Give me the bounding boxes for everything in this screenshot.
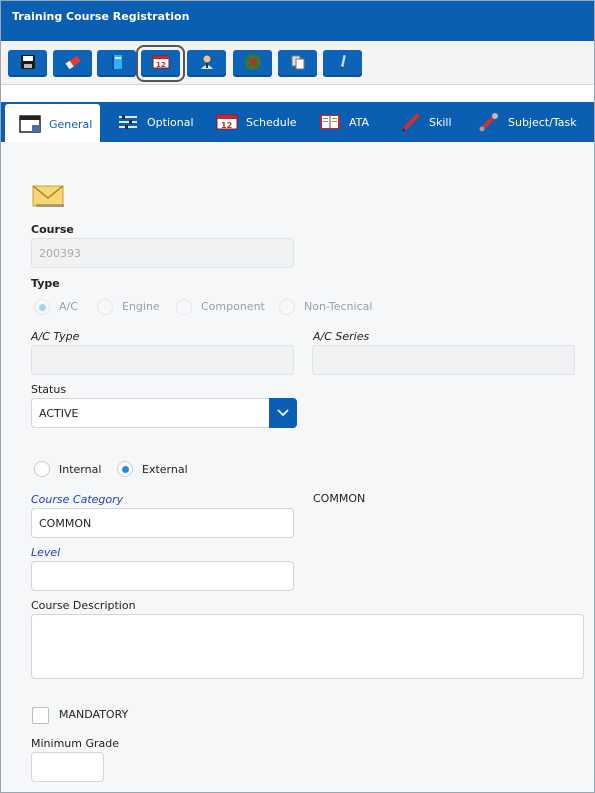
tab-bar: General Optional 12 Schedule ATA Skill S…: [1, 102, 594, 144]
level-label[interactable]: Level: [31, 546, 60, 559]
eraser-icon: [64, 54, 82, 73]
tab-general[interactable]: General: [5, 104, 100, 144]
tab-label: Schedule: [246, 115, 297, 129]
clear-button[interactable]: [53, 50, 92, 77]
open-book-icon: [319, 112, 341, 132]
edit-button[interactable]: [323, 50, 362, 77]
course-category-label[interactable]: Course Category: [31, 493, 123, 506]
internal-radio[interactable]: [34, 461, 50, 477]
ac-type-field: [31, 345, 294, 375]
cancel-button[interactable]: [233, 50, 272, 77]
tab-skill[interactable]: Skill: [399, 102, 452, 142]
toolbar: 12: [1, 41, 594, 85]
svg-text:12: 12: [221, 121, 232, 130]
tab-label: ATA: [349, 115, 370, 129]
window-icon: [19, 114, 41, 134]
mandatory-checkbox[interactable]: [32, 707, 49, 724]
schedule-icon: 12: [152, 55, 170, 72]
tab-label: Subject/Task: [508, 115, 577, 129]
general-tab-panel: Course 200393 Type A/C Engine Component …: [1, 142, 594, 792]
tab-label: Optional: [147, 115, 194, 129]
external-radio[interactable]: [117, 461, 133, 477]
type-radio-non-tecnical: [279, 299, 295, 315]
save-icon: [20, 54, 36, 73]
tab-subject-task[interactable]: Subject/Task: [478, 102, 577, 142]
tab-optional[interactable]: Optional: [117, 102, 194, 142]
type-radio-ac: [34, 299, 50, 315]
status-dropdown-button[interactable]: [269, 398, 297, 428]
red-pen-icon: [399, 112, 421, 132]
schedule-button[interactable]: 12: [136, 45, 185, 82]
type-option-ac: A/C: [59, 300, 78, 313]
book-icon: [109, 54, 125, 73]
status-value: ACTIVE: [39, 406, 79, 420]
ac-type-label: A/C Type: [31, 330, 80, 343]
training-course-registration-window: Training Course Registration 12 General …: [0, 0, 595, 793]
save-button[interactable]: [8, 50, 47, 77]
pen-icon: [335, 54, 351, 73]
type-option-engine: Engine: [122, 300, 160, 313]
type-radio-component: [176, 299, 192, 315]
course-category-field[interactable]: COMMON: [31, 508, 294, 538]
level-field[interactable]: [31, 561, 294, 591]
chevron-down-icon: [277, 407, 289, 420]
course-description-textarea[interactable]: [31, 614, 584, 679]
copy-button[interactable]: [278, 50, 317, 77]
external-label: External: [142, 463, 188, 476]
tab-schedule[interactable]: 12 Schedule: [216, 102, 297, 142]
mandatory-label: MANDATORY: [59, 708, 129, 721]
status-select[interactable]: ACTIVE: [31, 398, 271, 428]
course-category-display: COMMON: [313, 492, 366, 505]
type-radio-engine: [97, 299, 113, 315]
minimum-grade-label: Minimum Grade: [31, 737, 120, 750]
minimum-grade-field[interactable]: [31, 752, 104, 782]
settings-sliders-icon: [117, 112, 139, 132]
course-value: 200393: [39, 246, 81, 260]
tab-label: General: [49, 117, 93, 131]
status-label: Status: [31, 383, 67, 396]
ac-series-label: A/C Series: [313, 330, 370, 343]
tab-ata[interactable]: ATA: [319, 102, 369, 142]
user-button[interactable]: [187, 50, 226, 77]
tools-icon: [478, 112, 500, 132]
ac-series-field: [312, 345, 575, 375]
course-label: Course: [31, 223, 74, 236]
book-button[interactable]: [97, 50, 136, 77]
copy-icon: [290, 54, 306, 73]
person-icon: [199, 54, 215, 73]
type-label: Type: [31, 277, 60, 290]
svg-text:12: 12: [156, 61, 166, 69]
calendar-icon: 12: [216, 112, 238, 132]
type-option-component: Component: [201, 300, 265, 313]
window-title: Training Course Registration: [1, 1, 594, 41]
envelope-icon: [32, 185, 64, 210]
course-field: 200393: [31, 238, 294, 268]
type-option-non-tecnical: Non-Tecnical: [304, 300, 373, 313]
tab-label: Skill: [429, 115, 452, 129]
course-category-value: COMMON: [39, 516, 92, 530]
course-description-label: Course Description: [31, 599, 136, 612]
internal-label: Internal: [59, 463, 102, 476]
cancel-icon: [244, 53, 262, 74]
